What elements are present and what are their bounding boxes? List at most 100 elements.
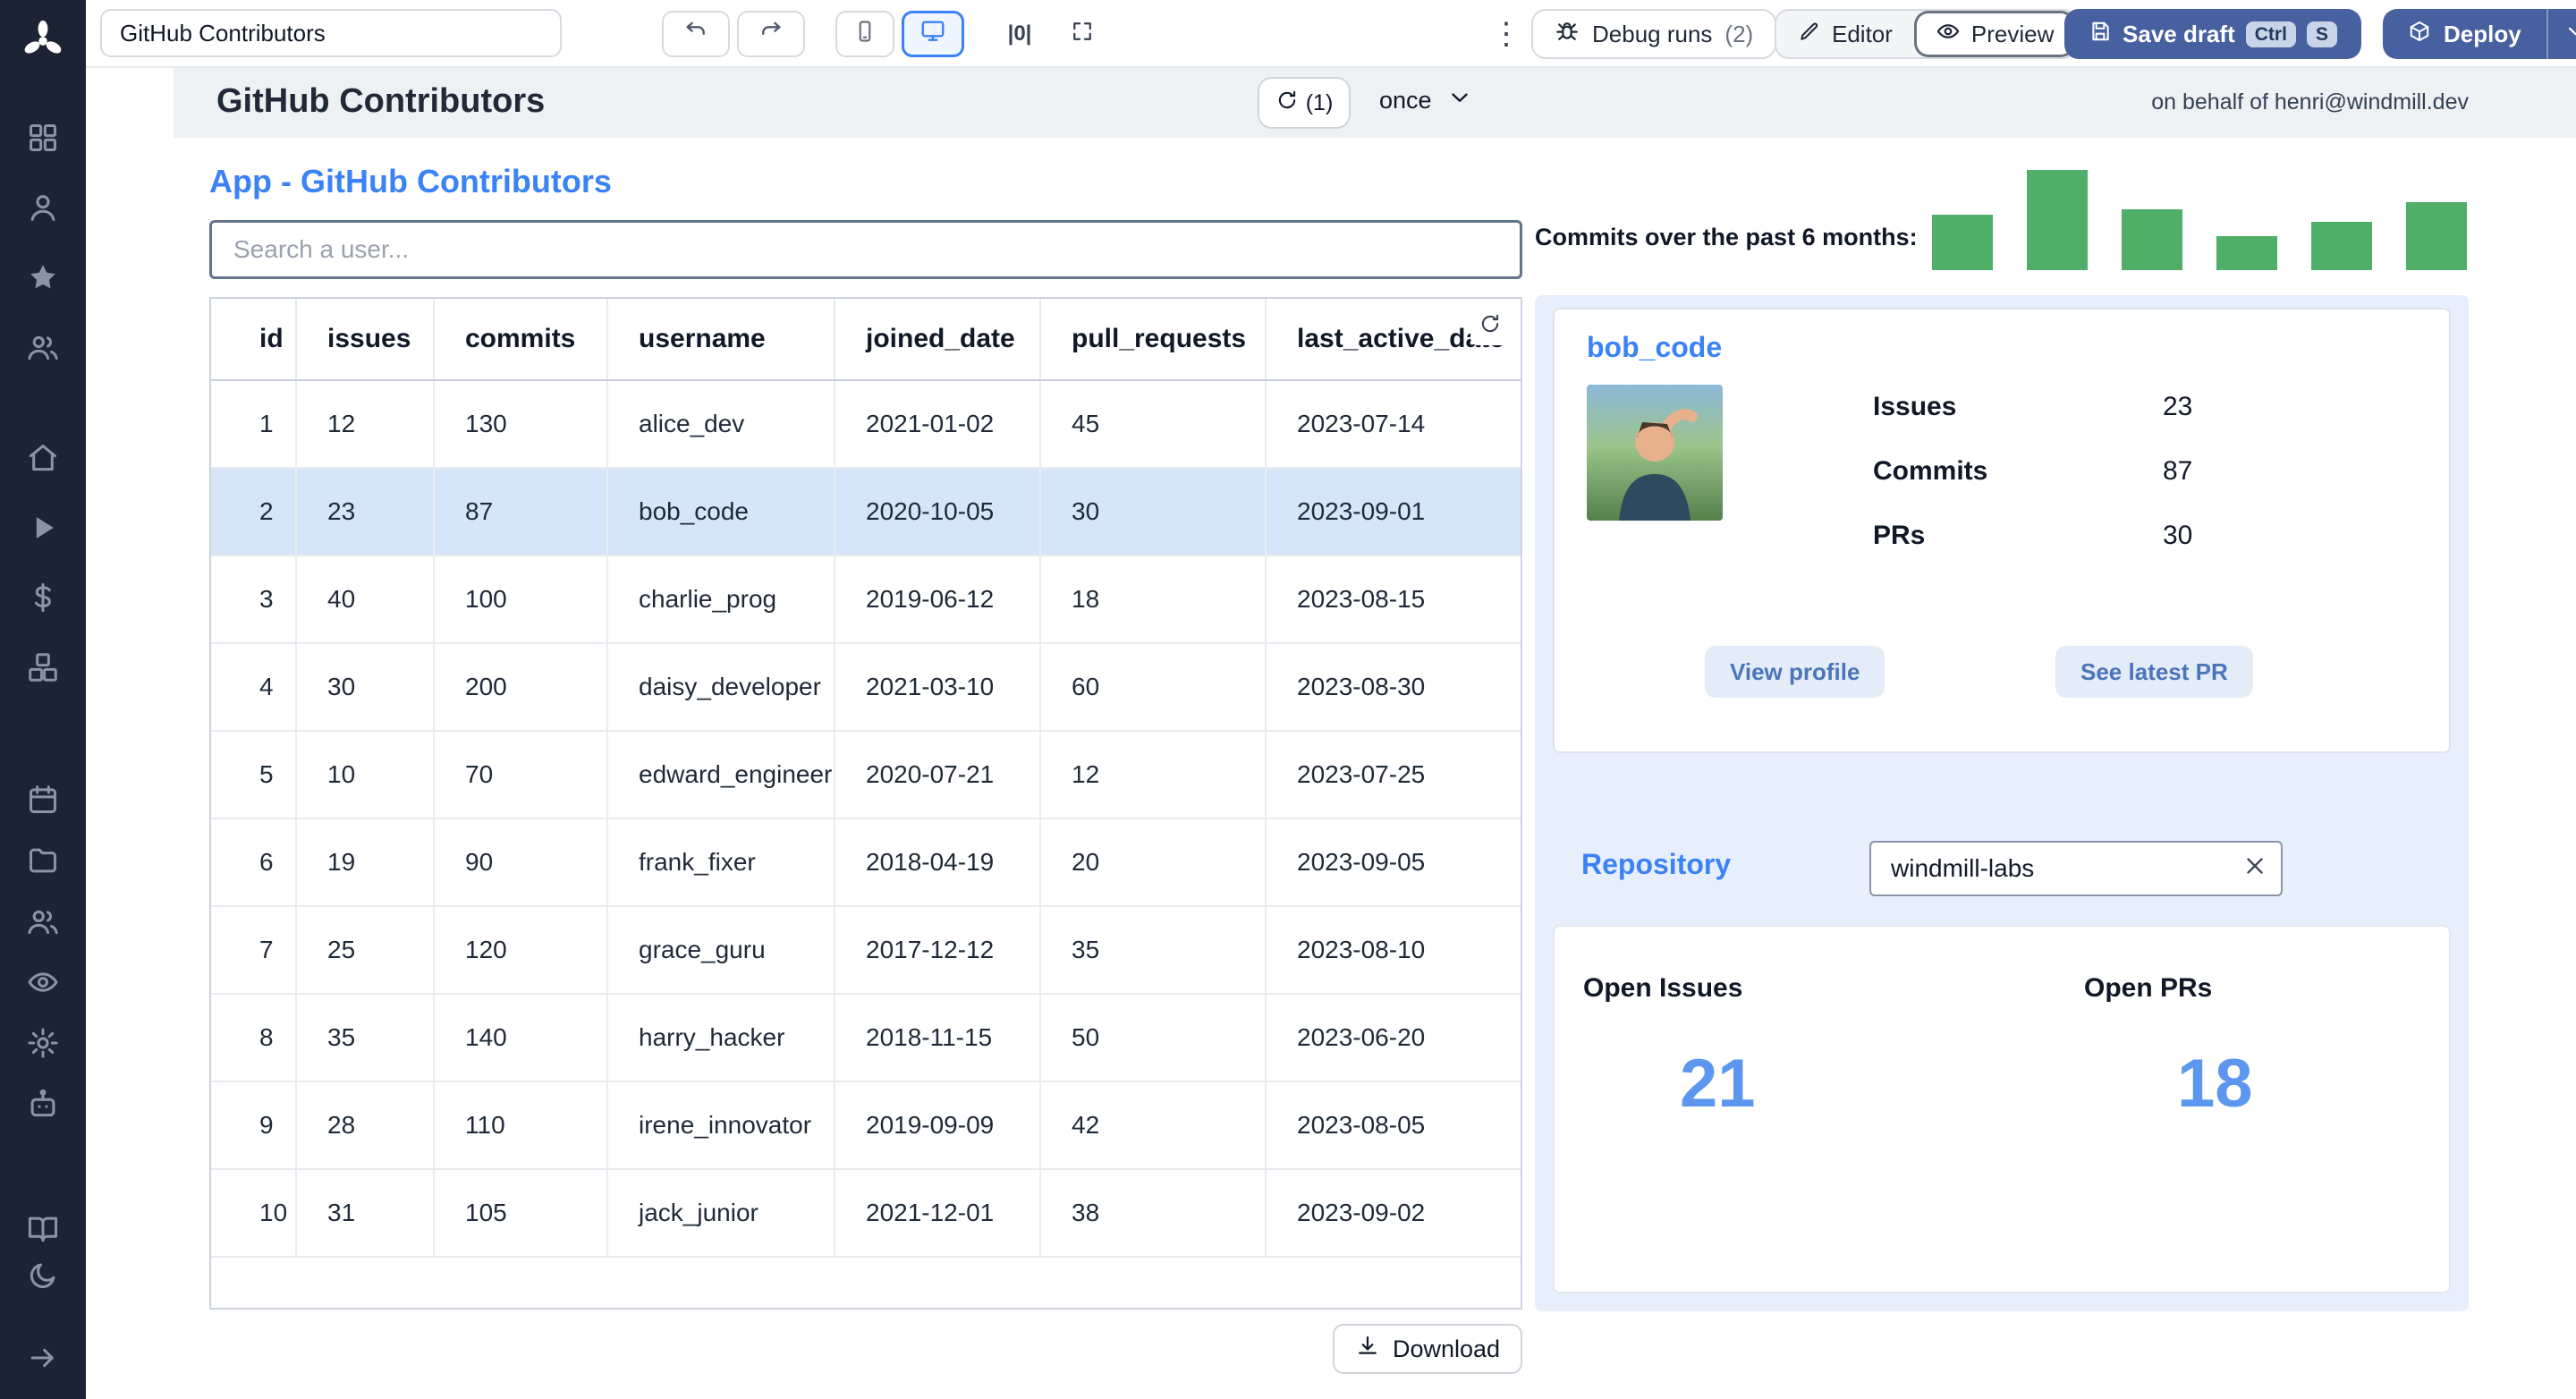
table-cell: 110 (435, 1082, 608, 1168)
table-cell: 2019-09-09 (835, 1082, 1041, 1168)
sidebar (0, 0, 86, 1399)
monitor-icon (919, 17, 946, 51)
sidebar-item-resources[interactable] (23, 648, 63, 687)
app-header-title: GitHub Contributors (216, 82, 546, 120)
column-header-id[interactable]: id (211, 299, 297, 379)
sidebar-item-runs[interactable] (23, 508, 63, 547)
table-cell: 2023-09-01 (1297, 497, 1426, 525)
sidebar-item-collaborators[interactable] (23, 327, 63, 367)
editor-tab[interactable]: Editor (1776, 11, 1914, 57)
deploy-button[interactable]: Deploy (2383, 9, 2546, 59)
chevron-down-icon (1446, 84, 1473, 117)
table-cell: 2020-07-21 (835, 732, 1041, 818)
column-header-pull_requests[interactable]: pull_requests (1041, 299, 1267, 379)
table-cell: 2023-07-14 (1297, 410, 1426, 437)
download-button[interactable]: Download (1333, 1324, 1522, 1374)
table-cell: 10 (211, 1170, 297, 1256)
deploy-icon (2408, 20, 2431, 49)
stat-value-prs: 30 (2163, 521, 2193, 550)
fullscreen-button[interactable] (1055, 11, 1109, 57)
view-profile-button[interactable]: View profile (1705, 646, 1885, 698)
table-cell: 42 (1041, 1082, 1267, 1168)
preview-tab[interactable]: Preview (1913, 11, 2076, 57)
desktop-view-button[interactable] (902, 11, 964, 57)
table-row[interactable]: 5 10 70 edward_engineer 2020-07-21 12 2023-07-… (211, 732, 1521, 819)
sidebar-item-audit-logs[interactable] (23, 962, 63, 1002)
app-header-band: GitHub Contributors (1) once on behalf o… (174, 68, 2576, 138)
sidebar-item-settings[interactable] (23, 1023, 63, 1063)
table-row[interactable]: 3 40 100 charlie_prog 2019-06-12 18 2023-08-15 (211, 556, 1521, 644)
sidebar-item-groups[interactable] (23, 902, 63, 941)
table-row[interactable]: 6 19 90 frank_fixer 2018-04-19 20 2023-09-05 (211, 819, 1521, 907)
sidebar-item-account[interactable] (23, 188, 63, 227)
table-row[interactable]: 2 23 87 bob_code 2020-10-05 30 2023-09-01 (211, 469, 1521, 556)
commits-bar-chart (1932, 168, 2467, 270)
column-header-commits[interactable]: commits (435, 299, 608, 379)
table-row[interactable]: 10 31 105 jack_junior 2021-12-01 38 2023-09-02 (211, 1170, 1521, 1258)
clear-input-button[interactable] (2240, 853, 2270, 884)
sidebar-item-home[interactable] (23, 438, 63, 478)
table-cell: 2018-11-15 (835, 995, 1041, 1081)
undo-button[interactable] (662, 11, 730, 57)
redo-button[interactable] (737, 11, 805, 57)
deploy-label: Deploy (2444, 20, 2521, 47)
table-cell: 140 (435, 995, 608, 1081)
table-cell: 200 (435, 644, 608, 730)
deploy-options-button[interactable] (2546, 9, 2576, 59)
eye-icon (1936, 19, 1961, 50)
avatar (1587, 385, 1723, 521)
repository-input[interactable] (1869, 841, 2283, 896)
sidebar-item-favorites[interactable] (23, 258, 63, 297)
windmill-logo-icon[interactable] (20, 18, 66, 64)
sidebar-item-theme-toggle[interactable] (23, 1256, 63, 1295)
table-cell: daisy_developer (608, 644, 835, 730)
sidebar-item-folders[interactable] (23, 841, 63, 880)
table-refresh-button[interactable] (1470, 306, 1510, 345)
smartphone-icon (852, 18, 877, 51)
see-latest-pr-button[interactable]: See latest PR (2055, 646, 2253, 698)
download-icon (1355, 1334, 1380, 1365)
save-draft-button[interactable]: Save draft Ctrl S (2064, 9, 2361, 59)
table-row[interactable]: 9 28 110 irene_innovator 2019-09-09 42 2023-08… (211, 1082, 1521, 1170)
table-cell: 2023-08-30 (1297, 673, 1426, 700)
debug-runs-button[interactable]: Debug runs (2) (1531, 9, 1777, 59)
sidebar-item-apps[interactable] (23, 118, 63, 157)
contributors-table: id issues commits username joined_date pull_r… (209, 297, 1522, 1310)
table-cell: 19 (297, 819, 435, 905)
stat-label-prs: PRs (1873, 521, 1926, 550)
sidebar-item-schedules[interactable] (23, 780, 63, 819)
search-input[interactable] (209, 220, 1522, 279)
table-row[interactable]: 1 12 130 alice_dev 2021-01-02 45 2023-07-14 (211, 381, 1521, 469)
mobile-view-button[interactable] (835, 11, 894, 57)
schedule-value: once (1379, 87, 1432, 114)
table-cell: 10 (297, 732, 435, 818)
table-cell: 2017-12-12 (835, 907, 1041, 993)
stat-value-issues: 23 (2163, 392, 2193, 421)
sidebar-item-workers[interactable] (23, 1084, 63, 1123)
table-row[interactable]: 8 35 140 harry_hacker 2018-11-15 50 2023-06-20 (211, 995, 1521, 1082)
column-header-username[interactable]: username (608, 299, 835, 379)
zoom-reset-button[interactable]: |0| (993, 11, 1046, 57)
commit-bar (2122, 209, 2182, 270)
repository-input-wrap (1869, 841, 2283, 896)
column-header-joined_date[interactable]: joined_date (835, 299, 1041, 379)
on-behalf-text: on behalf of henri@windmill.dev (2151, 89, 2469, 114)
table-cell: 18 (1041, 556, 1267, 642)
user-card: bob_code Issues 23 Commits 87 PRs 30 Vie… (1553, 308, 2451, 753)
more-menu-button[interactable]: ⋮ (1485, 11, 1528, 57)
app-refresh-button[interactable]: (1) (1258, 77, 1351, 129)
schedule-select[interactable]: once (1379, 84, 1473, 117)
table-cell: 2023-09-05 (1297, 848, 1426, 876)
app-name-input[interactable] (100, 9, 562, 57)
column-header-issues[interactable]: issues (297, 299, 435, 379)
table-cell: edward_engineer (608, 732, 835, 818)
table-row[interactable]: 4 30 200 daisy_developer 2021-03-10 60 2023-08… (211, 644, 1521, 732)
kbd-s: S (2306, 21, 2337, 47)
table-row[interactable]: 7 25 120 grace_guru 2017-12-12 35 2023-08-10 (211, 907, 1521, 995)
table-cell: 5 (211, 732, 297, 818)
sidebar-item-expand-sidebar[interactable] (23, 1338, 63, 1378)
sidebar-item-docs[interactable] (23, 1209, 63, 1249)
table-cell: 2023-08-05 (1297, 1111, 1426, 1139)
table-cell: 20 (1041, 819, 1267, 905)
sidebar-item-usage[interactable] (23, 578, 63, 617)
